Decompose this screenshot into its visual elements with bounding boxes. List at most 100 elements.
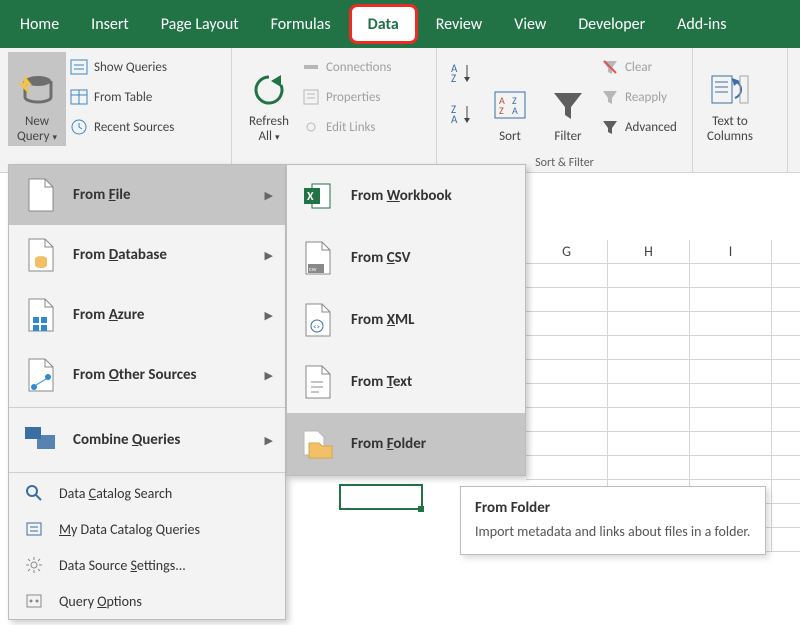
show-queries-label: Show Queries bbox=[94, 60, 167, 75]
properties-label: Properties bbox=[326, 90, 381, 105]
tab-home[interactable]: Home bbox=[4, 0, 75, 48]
table-icon bbox=[70, 88, 88, 106]
chevron-right-icon: ▶ bbox=[265, 369, 273, 382]
menu-query-options[interactable]: Query Options bbox=[9, 583, 285, 619]
svg-text:Z: Z bbox=[499, 104, 504, 117]
sort-desc-button[interactable]: ZA bbox=[451, 103, 475, 130]
svg-text:<>: <> bbox=[313, 322, 320, 331]
search-icon bbox=[23, 482, 45, 504]
menu-from-azure[interactable]: From Azure ▶ bbox=[9, 285, 285, 345]
filter-button[interactable]: Filter bbox=[539, 52, 597, 146]
reapply-button[interactable]: Reapply bbox=[597, 82, 681, 112]
properties-button[interactable]: Properties bbox=[298, 82, 395, 112]
tab-addins[interactable]: Add-ins bbox=[661, 0, 742, 48]
tab-formulas[interactable]: Formulas bbox=[255, 0, 347, 48]
clear-icon bbox=[601, 58, 619, 76]
text-file-icon bbox=[301, 365, 335, 399]
submenu-from-text[interactable]: From Text bbox=[287, 351, 525, 413]
xml-file-icon: <> bbox=[301, 303, 335, 337]
from-table-button[interactable]: From Table bbox=[66, 82, 178, 112]
clock-icon bbox=[70, 118, 88, 136]
menu-data-catalog-search[interactable]: Data Catalog Search bbox=[9, 475, 285, 511]
folder-icon bbox=[301, 427, 335, 461]
col-h[interactable]: H bbox=[608, 240, 690, 263]
reapply-label: Reapply bbox=[625, 90, 667, 105]
col-g[interactable]: G bbox=[526, 240, 608, 263]
azure-file-icon bbox=[23, 297, 59, 333]
recent-sources-label: Recent Sources bbox=[94, 120, 174, 135]
menu-from-other-sources[interactable]: From Other Sources ▶ bbox=[9, 345, 285, 405]
menu-from-file[interactable]: From File ▶ bbox=[9, 165, 285, 225]
svg-text:X: X bbox=[307, 190, 314, 204]
sort-button[interactable]: AZZA Sort bbox=[481, 52, 539, 146]
refresh-icon bbox=[249, 70, 289, 110]
advanced-label: Advanced bbox=[625, 120, 677, 135]
connections-icon bbox=[302, 58, 320, 76]
tab-page-layout[interactable]: Page Layout bbox=[145, 0, 255, 48]
new-query-button[interactable]: New Query ▾ bbox=[8, 52, 66, 146]
tab-review[interactable]: Review bbox=[420, 0, 499, 48]
tab-view[interactable]: View bbox=[498, 0, 562, 48]
other-sources-icon bbox=[23, 357, 59, 393]
advanced-button[interactable]: Advanced bbox=[597, 112, 681, 142]
tab-data[interactable]: Data bbox=[349, 4, 418, 44]
edit-links-label: Edit Links bbox=[326, 120, 375, 135]
ribbon-tabs: Home Insert Page Layout Formulas Data Re… bbox=[0, 0, 800, 48]
svg-text:A: A bbox=[451, 113, 458, 126]
list-icon bbox=[70, 58, 88, 76]
from-table-label: From Table bbox=[94, 90, 152, 105]
properties-icon bbox=[302, 88, 320, 106]
col-i[interactable]: I bbox=[690, 240, 772, 263]
sort-dialog-icon: AZZA bbox=[490, 85, 530, 125]
menu-from-database[interactable]: From Database ▶ bbox=[9, 225, 285, 285]
clear-label: Clear bbox=[625, 60, 652, 75]
submenu-from-csv[interactable]: csv From CSV bbox=[287, 227, 525, 289]
chevron-right-icon: ▶ bbox=[265, 189, 273, 202]
active-cell[interactable] bbox=[340, 485, 422, 509]
chevron-right-icon: ▶ bbox=[265, 309, 273, 322]
new-query-line1: New bbox=[25, 114, 49, 129]
database-file-icon bbox=[23, 237, 59, 273]
refresh-line1: Refresh bbox=[249, 114, 289, 129]
edit-links-button[interactable]: Edit Links bbox=[298, 112, 395, 142]
svg-text:csv: csv bbox=[309, 265, 317, 273]
funnel-icon bbox=[548, 85, 588, 125]
new-query-menu: From File ▶ From Database ▶ From Azure ▶… bbox=[8, 164, 286, 620]
ttc-line1: Text to bbox=[712, 114, 748, 129]
menu-data-source-settings[interactable]: Data Source Settings... bbox=[9, 547, 285, 583]
catalog-icon bbox=[23, 518, 45, 540]
chevron-right-icon: ▶ bbox=[265, 434, 273, 447]
submenu-from-xml[interactable]: <> From XML bbox=[287, 289, 525, 351]
database-zap-icon bbox=[17, 70, 57, 110]
sort-desc-icon: ZA bbox=[451, 103, 475, 125]
csv-file-icon: csv bbox=[301, 241, 335, 275]
menu-my-data-catalog-queries[interactable]: My Data Catalog Queries bbox=[9, 511, 285, 547]
submenu-from-workbook[interactable]: X From Workbook bbox=[287, 165, 525, 227]
menu-combine-queries[interactable]: Combine Queries ▶ bbox=[9, 410, 285, 470]
refresh-all-button[interactable]: Refresh All ▾ bbox=[240, 52, 298, 146]
submenu-from-folder[interactable]: From Folder bbox=[287, 413, 525, 475]
sort-asc-button[interactable]: AZ bbox=[451, 62, 475, 89]
text-to-columns-button[interactable]: Text to Columns bbox=[701, 52, 759, 146]
sort-label: Sort bbox=[499, 129, 521, 144]
sort-asc-icon: AZ bbox=[451, 62, 475, 84]
svg-text:A: A bbox=[512, 104, 518, 117]
tab-developer[interactable]: Developer bbox=[562, 0, 661, 48]
connections-button[interactable]: Connections bbox=[298, 52, 395, 82]
clear-button[interactable]: Clear bbox=[597, 52, 681, 82]
gear-icon bbox=[23, 554, 45, 576]
link-icon bbox=[302, 118, 320, 136]
ribbon-body: New Query ▾ Show Queries From Table Rece… bbox=[0, 48, 800, 173]
tooltip-body: Import metadata and links about files in… bbox=[475, 523, 751, 542]
refresh-line2: All bbox=[259, 129, 273, 144]
recent-sources-button[interactable]: Recent Sources bbox=[66, 112, 178, 142]
show-queries-button[interactable]: Show Queries bbox=[66, 52, 178, 82]
tab-insert[interactable]: Insert bbox=[75, 0, 145, 48]
column-headers: G H I bbox=[526, 240, 800, 264]
new-query-line2: Query bbox=[17, 129, 50, 144]
combine-queries-icon bbox=[23, 422, 59, 458]
reapply-icon bbox=[601, 88, 619, 106]
filter-label: Filter bbox=[554, 129, 581, 144]
svg-text:Z: Z bbox=[451, 72, 456, 85]
chevron-right-icon: ▶ bbox=[265, 249, 273, 262]
